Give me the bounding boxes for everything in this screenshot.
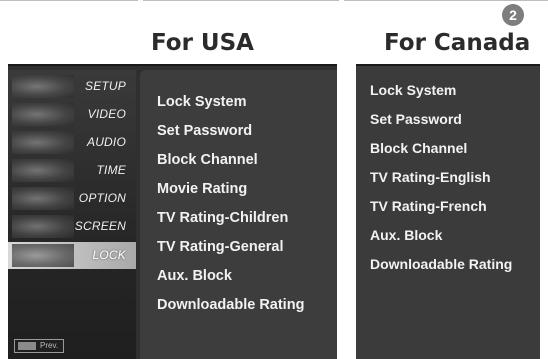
remote-key-icon [18, 342, 36, 350]
menu-item-lock-system[interactable]: Lock System [370, 80, 512, 109]
menu-item-tv-rating-french[interactable]: TV Rating-French [370, 196, 512, 225]
sidebar-item-audio[interactable]: AUDIO [8, 129, 136, 156]
sidebar-item-label: AUDIO [86, 135, 126, 149]
setup-thumbnail-icon [12, 75, 74, 98]
canada-lock-submenu-list: Lock System Set Password Block Channel T… [370, 80, 512, 283]
lock-thumbnail-icon [12, 244, 74, 267]
step-number-badge: 2 [502, 4, 524, 26]
sidebar-item-screen[interactable]: SCREEN [8, 213, 136, 240]
usa-heading: For USA [151, 30, 254, 56]
menu-item-set-password[interactable]: Set Password [157, 121, 304, 150]
lock-submenu: Lock System Set Password Block Channel M… [140, 70, 337, 359]
sidebar-item-video[interactable]: VIDEO [8, 101, 136, 128]
usa-lock-menu-panel: SETUP VIDEO AUDIO TIME OPTION SCREEN LOC… [8, 64, 337, 359]
menu-item-aux-block[interactable]: Aux. Block [370, 225, 512, 254]
sidebar-item-label: TIME [96, 163, 126, 177]
sidebar-item-label: VIDEO [87, 107, 126, 121]
menu-item-block-channel[interactable]: Block Channel [370, 138, 512, 167]
main-menu-sidebar: SETUP VIDEO AUDIO TIME OPTION SCREEN LOC… [8, 70, 136, 359]
menu-item-aux-block[interactable]: Aux. Block [157, 266, 304, 295]
canada-heading: For Canada [384, 30, 531, 56]
menu-item-set-password[interactable]: Set Password [370, 109, 512, 138]
menu-item-downloadable-rating[interactable]: Downloadable Rating [157, 295, 304, 324]
top-rule-left [0, 0, 138, 1]
menu-item-movie-rating[interactable]: Movie Rating [157, 179, 304, 208]
sidebar-item-option[interactable]: OPTION [8, 185, 136, 212]
menu-item-tv-rating-children[interactable]: TV Rating-Children [157, 208, 304, 237]
option-thumbnail-icon [12, 187, 74, 210]
sidebar-item-time[interactable]: TIME [8, 157, 136, 184]
menu-item-lock-system[interactable]: Lock System [157, 92, 304, 121]
menu-item-tv-rating-english[interactable]: TV Rating-English [370, 167, 512, 196]
screen-thumbnail-icon [12, 215, 74, 238]
previous-key-label: Prev. [40, 341, 59, 350]
sidebar-item-label: OPTION [78, 191, 126, 205]
sidebar-item-lock[interactable]: LOCK [8, 242, 136, 269]
audio-thumbnail-icon [12, 131, 74, 154]
sidebar-item-label: LOCK [92, 248, 126, 262]
top-rule-middle [143, 0, 339, 1]
sidebar-item-label: SCREEN [74, 219, 126, 233]
top-rule-right [344, 0, 548, 1]
menu-item-tv-rating-general[interactable]: TV Rating-General [157, 237, 304, 266]
canada-lock-menu-panel: Lock System Set Password Block Channel T… [356, 64, 540, 359]
previous-key-hint: Prev. [14, 339, 64, 353]
menu-item-block-channel[interactable]: Block Channel [157, 150, 304, 179]
menu-item-downloadable-rating[interactable]: Downloadable Rating [370, 254, 512, 283]
lock-submenu-list: Lock System Set Password Block Channel M… [157, 92, 304, 324]
sidebar-item-label: SETUP [84, 79, 126, 93]
video-thumbnail-icon [12, 103, 74, 126]
time-thumbnail-icon [12, 159, 74, 182]
sidebar-item-setup[interactable]: SETUP [8, 73, 136, 100]
